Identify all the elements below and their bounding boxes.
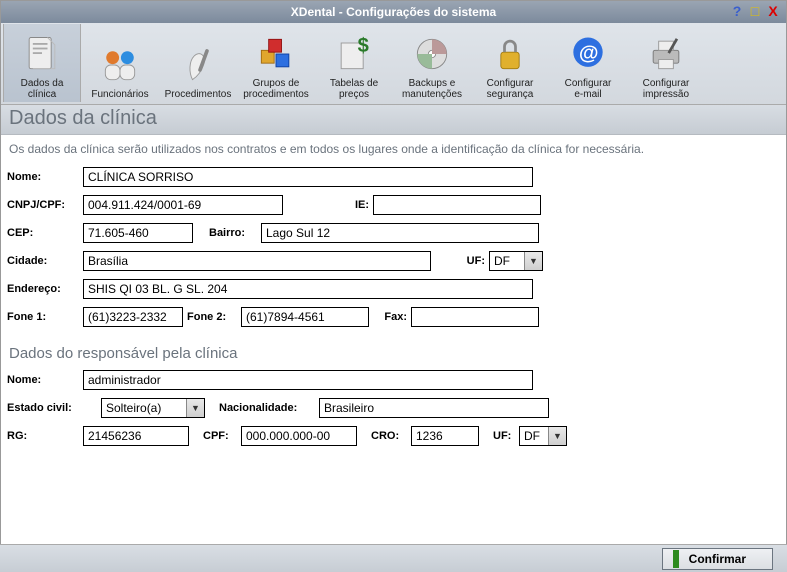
label-cep: CEP:	[7, 227, 79, 239]
ie-field[interactable]	[373, 195, 541, 215]
lock-icon	[488, 32, 532, 76]
endereco-field[interactable]	[83, 279, 533, 299]
toolbar-seguranca[interactable]: Configurar segurança	[471, 24, 549, 102]
label-estado-civil: Estado civil:	[7, 402, 97, 414]
label-nacionalidade: Nacionalidade:	[219, 402, 315, 414]
toolbar-label: manutenções	[402, 89, 462, 100]
label-cpf: CPF:	[203, 430, 237, 442]
toolbar-backups[interactable]: Backups e manutenções	[393, 24, 471, 102]
section-title: Dados da clínica	[1, 105, 786, 135]
label-fone2: Fone 2:	[187, 311, 237, 323]
toolbar-label: e-mail	[574, 89, 601, 100]
nacionalidade-field[interactable]	[319, 398, 549, 418]
label-cro: CRO:	[371, 430, 407, 442]
resp-uf-value: DF	[524, 429, 540, 443]
toolbar-label: preços	[339, 89, 369, 100]
toolbar-procedimentos[interactable]: Procedimentos	[159, 24, 237, 102]
chevron-down-icon: ▼	[548, 427, 566, 445]
toolbar-label: impressão	[643, 89, 689, 100]
toolbar-label: Configurar	[565, 78, 612, 89]
window-controls: ? □ X	[730, 3, 780, 19]
estado-civil-value: Solteiro(a)	[106, 401, 161, 415]
bairro-field[interactable]	[261, 223, 539, 243]
fone1-field[interactable]	[83, 307, 183, 327]
cnpj-field[interactable]	[83, 195, 283, 215]
clinic-form: Nome: CNPJ/CPF: IE: CEP: Bairro: Cidade:…	[1, 167, 786, 446]
toolbar-impressao[interactable]: Configurar impressão	[627, 24, 705, 102]
label-endereco: Endereço:	[7, 283, 79, 295]
uf-select[interactable]: DF ▼	[489, 251, 543, 271]
confirm-label: Confirmar	[689, 552, 746, 566]
estado-civil-select[interactable]: Solteiro(a) ▼	[101, 398, 205, 418]
cep-field[interactable]	[83, 223, 193, 243]
uf-value: DF	[494, 254, 510, 268]
chevron-down-icon: ▼	[186, 399, 204, 417]
email-icon: @	[566, 32, 610, 76]
toolbar-grupos-procedimentos[interactable]: Grupos de procedimentos	[237, 24, 315, 102]
footer-bar: Confirmar	[0, 544, 787, 572]
label-bairro: Bairro:	[209, 227, 257, 239]
svg-text:$: $	[358, 35, 369, 57]
people-icon	[98, 43, 142, 87]
close-icon[interactable]: X	[766, 3, 780, 19]
label-fax: Fax:	[373, 311, 407, 323]
section-description: Os dados da clínica serão utilizados nos…	[1, 135, 786, 167]
rg-field[interactable]	[83, 426, 189, 446]
price-icon: $	[332, 32, 376, 76]
label-fone1: Fone 1:	[7, 311, 79, 323]
cpf-field[interactable]	[241, 426, 357, 446]
disc-icon	[410, 32, 454, 76]
chevron-down-icon: ▼	[524, 252, 542, 270]
label-cidade: Cidade:	[7, 255, 79, 267]
toolbar-label: Dados da	[21, 78, 64, 89]
toolbar-tabelas-precos[interactable]: $ Tabelas de preços	[315, 24, 393, 102]
toolbar: Dados da clínica Funcionários Procedimen…	[1, 23, 786, 105]
toolbar-funcionarios[interactable]: Funcionários	[81, 24, 159, 102]
title-bar: XDental - Configurações do sistema ? □ X	[1, 1, 786, 23]
label-cnpj: CNPJ/CPF:	[7, 199, 79, 211]
confirm-accent-icon	[673, 550, 679, 568]
toolbar-label: Backups e	[409, 78, 456, 89]
toolbar-label: Funcionários	[91, 89, 148, 100]
toolbar-label: procedimentos	[243, 89, 309, 100]
toolbar-label: clínica	[28, 89, 56, 100]
toolbar-label: Procedimentos	[165, 89, 232, 100]
fax-field[interactable]	[411, 307, 539, 327]
cidade-field[interactable]	[83, 251, 431, 271]
cro-field[interactable]	[411, 426, 479, 446]
resp-nome-field[interactable]	[83, 370, 533, 390]
label-nome: Nome:	[7, 171, 79, 183]
label-ie: IE:	[349, 199, 369, 211]
svg-text:@: @	[579, 43, 599, 65]
toolbar-email[interactable]: @ Configurar e-mail	[549, 24, 627, 102]
label-resp-nome: Nome:	[7, 374, 79, 386]
label-rg: RG:	[7, 430, 79, 442]
document-icon	[20, 32, 64, 76]
responsavel-heading: Dados do responsável pela clínica	[7, 335, 780, 370]
label-uf2: UF:	[493, 430, 515, 442]
toolbar-label: segurança	[487, 89, 534, 100]
toolbar-label: Configurar	[643, 78, 690, 89]
toolbar-label: Tabelas de	[330, 78, 378, 89]
confirm-button[interactable]: Confirmar	[662, 548, 773, 570]
label-uf: UF:	[459, 255, 485, 267]
maximize-icon[interactable]: □	[748, 3, 762, 19]
window-title: XDental - Configurações do sistema	[291, 5, 496, 19]
toolbar-dados-clinica[interactable]: Dados da clínica	[3, 24, 81, 102]
nome-field[interactable]	[83, 167, 533, 187]
tooth-tools-icon	[176, 43, 220, 87]
resp-uf-select[interactable]: DF ▼	[519, 426, 567, 446]
toolbar-label: Configurar	[487, 78, 534, 89]
printer-icon	[644, 32, 688, 76]
boxes-icon	[254, 32, 298, 76]
toolbar-label: Grupos de	[253, 78, 300, 89]
fone2-field[interactable]	[241, 307, 369, 327]
help-icon[interactable]: ?	[730, 3, 744, 19]
